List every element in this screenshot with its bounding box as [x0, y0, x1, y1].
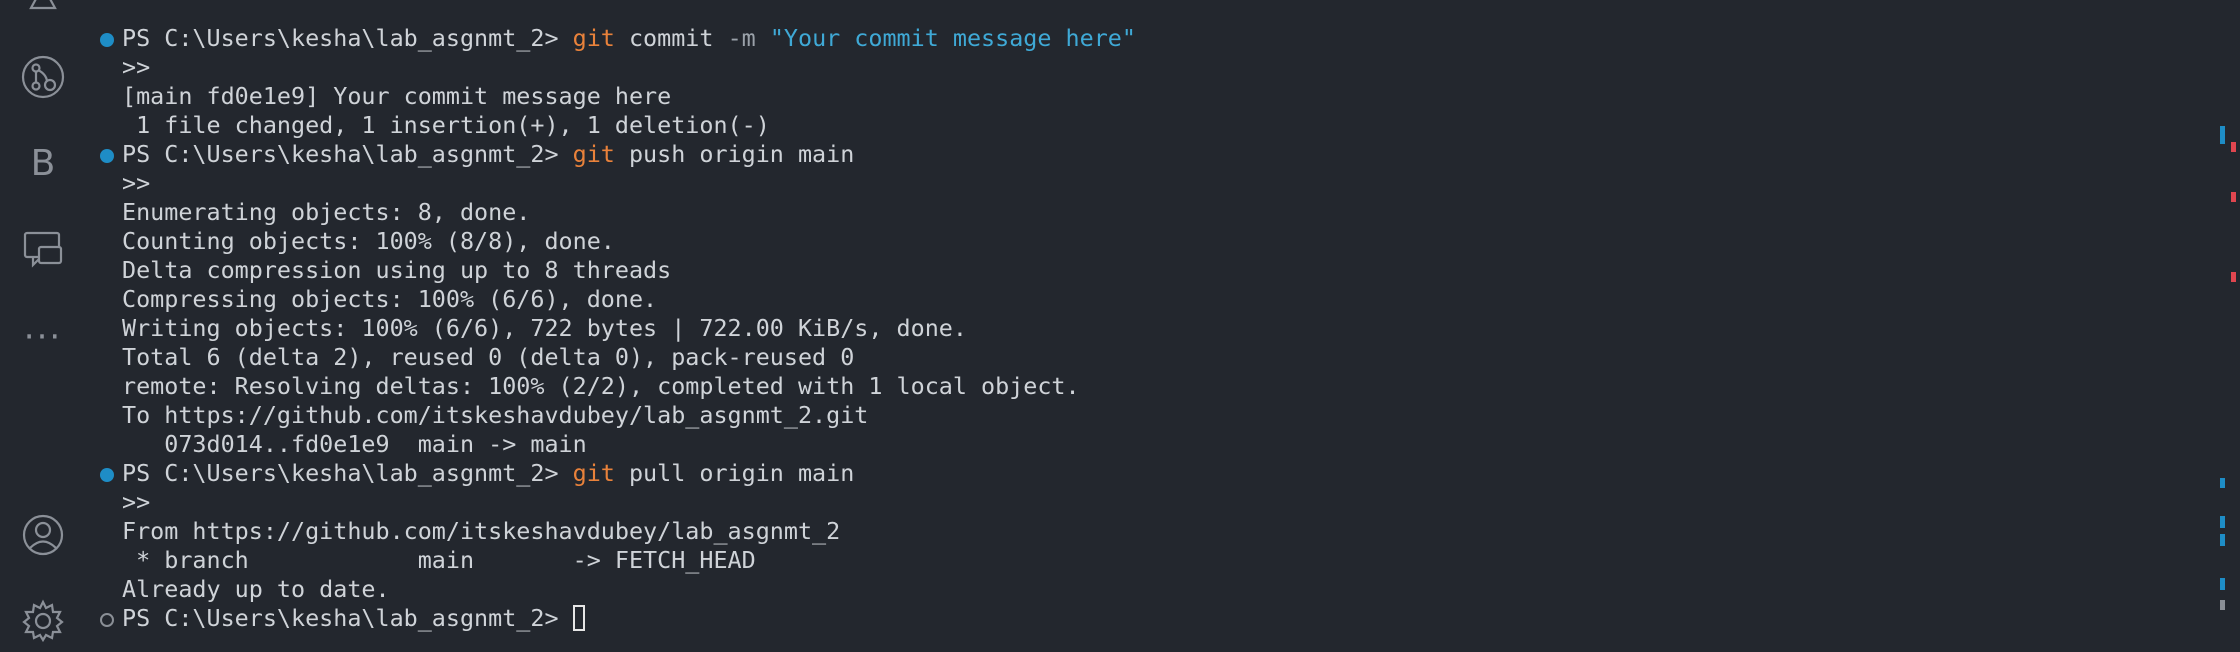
- more-icon[interactable]: ···: [0, 314, 86, 360]
- prompt: PS C:\Users\kesha\lab_asgnmt_2>: [122, 24, 573, 52]
- ruler-mark: [2220, 578, 2225, 590]
- bookmarks-icon[interactable]: B: [0, 140, 86, 186]
- output-line: 073d014..fd0e1e9 main -> main: [122, 430, 587, 458]
- prompt-line: PS C:\Users\kesha\lab_asgnmt_2> git comm…: [122, 24, 1136, 52]
- output-line: Total 6 (delta 2), reused 0 (delta 0), p…: [122, 343, 855, 371]
- command-success-decoration[interactable]: [100, 468, 114, 482]
- continuation-prompt: >>: [122, 53, 151, 81]
- ruler-mark: [2220, 534, 2225, 546]
- ruler-mark: [2231, 272, 2236, 282]
- output-line: [main fd0e1e9] Your commit message here: [122, 82, 672, 110]
- chat-icon[interactable]: [0, 226, 86, 272]
- terminal-panel[interactable]: PS C:\Users\kesha\lab_asgnmt_2> git comm…: [86, 0, 2206, 652]
- prompt-line: PS C:\Users\kesha\lab_asgnmt_2> git push…: [122, 140, 855, 168]
- overview-ruler[interactable]: [2206, 0, 2240, 652]
- ruler-mark: [2220, 600, 2225, 610]
- terminal-cursor: [572, 605, 585, 631]
- prompt: PS C:\Users\kesha\lab_asgnmt_2>: [122, 604, 573, 632]
- search-icon[interactable]: [0, 0, 86, 18]
- output-line: Compressing objects: 100% (6/6), done.: [122, 285, 658, 313]
- output-line: 1 file changed, 1 insertion(+), 1 deleti…: [122, 111, 770, 139]
- continuation-prompt: >>: [122, 488, 151, 516]
- command-pending-decoration[interactable]: [100, 613, 114, 627]
- prompt: PS C:\Users\kesha\lab_asgnmt_2>: [122, 140, 573, 168]
- git-keyword: git: [572, 24, 615, 52]
- command-success-decoration[interactable]: [100, 33, 114, 47]
- prompt-line: PS C:\Users\kesha\lab_asgnmt_2> git pull…: [122, 459, 855, 487]
- output-line: * branch main -> FETCH_HEAD: [122, 546, 756, 574]
- account-icon[interactable]: [0, 512, 86, 558]
- git-keyword: git: [572, 140, 615, 168]
- ruler-mark: [2231, 142, 2236, 152]
- output-line: remote: Resolving deltas: 100% (2/2), co…: [122, 372, 1080, 400]
- git-keyword: git: [572, 459, 615, 487]
- activity-bar: B ···: [0, 0, 86, 652]
- output-line: Enumerating objects: 8, done.: [122, 198, 531, 226]
- output-line: To https://github.com/itskeshavdubey/lab…: [122, 401, 869, 429]
- ruler-mark: [2231, 192, 2236, 202]
- command-success-decoration[interactable]: [100, 149, 114, 163]
- settings-icon[interactable]: [0, 598, 86, 644]
- output-line: Delta compression using up to 8 threads: [122, 256, 672, 284]
- output-line: Counting objects: 100% (8/8), done.: [122, 227, 615, 255]
- source-control-icon[interactable]: [0, 54, 86, 100]
- prompt: PS C:\Users\kesha\lab_asgnmt_2>: [122, 459, 573, 487]
- output-line: From https://github.com/itskeshavdubey/l…: [122, 517, 841, 545]
- output-line: Writing objects: 100% (6/6), 722 bytes |…: [122, 314, 967, 342]
- output-line: Already up to date.: [122, 575, 390, 603]
- ruler-mark: [2220, 516, 2225, 528]
- ruler-mark: [2220, 126, 2225, 144]
- continuation-prompt: >>: [122, 169, 151, 197]
- active-prompt-line[interactable]: PS C:\Users\kesha\lab_asgnmt_2>: [122, 604, 585, 633]
- ruler-mark: [2220, 478, 2225, 488]
